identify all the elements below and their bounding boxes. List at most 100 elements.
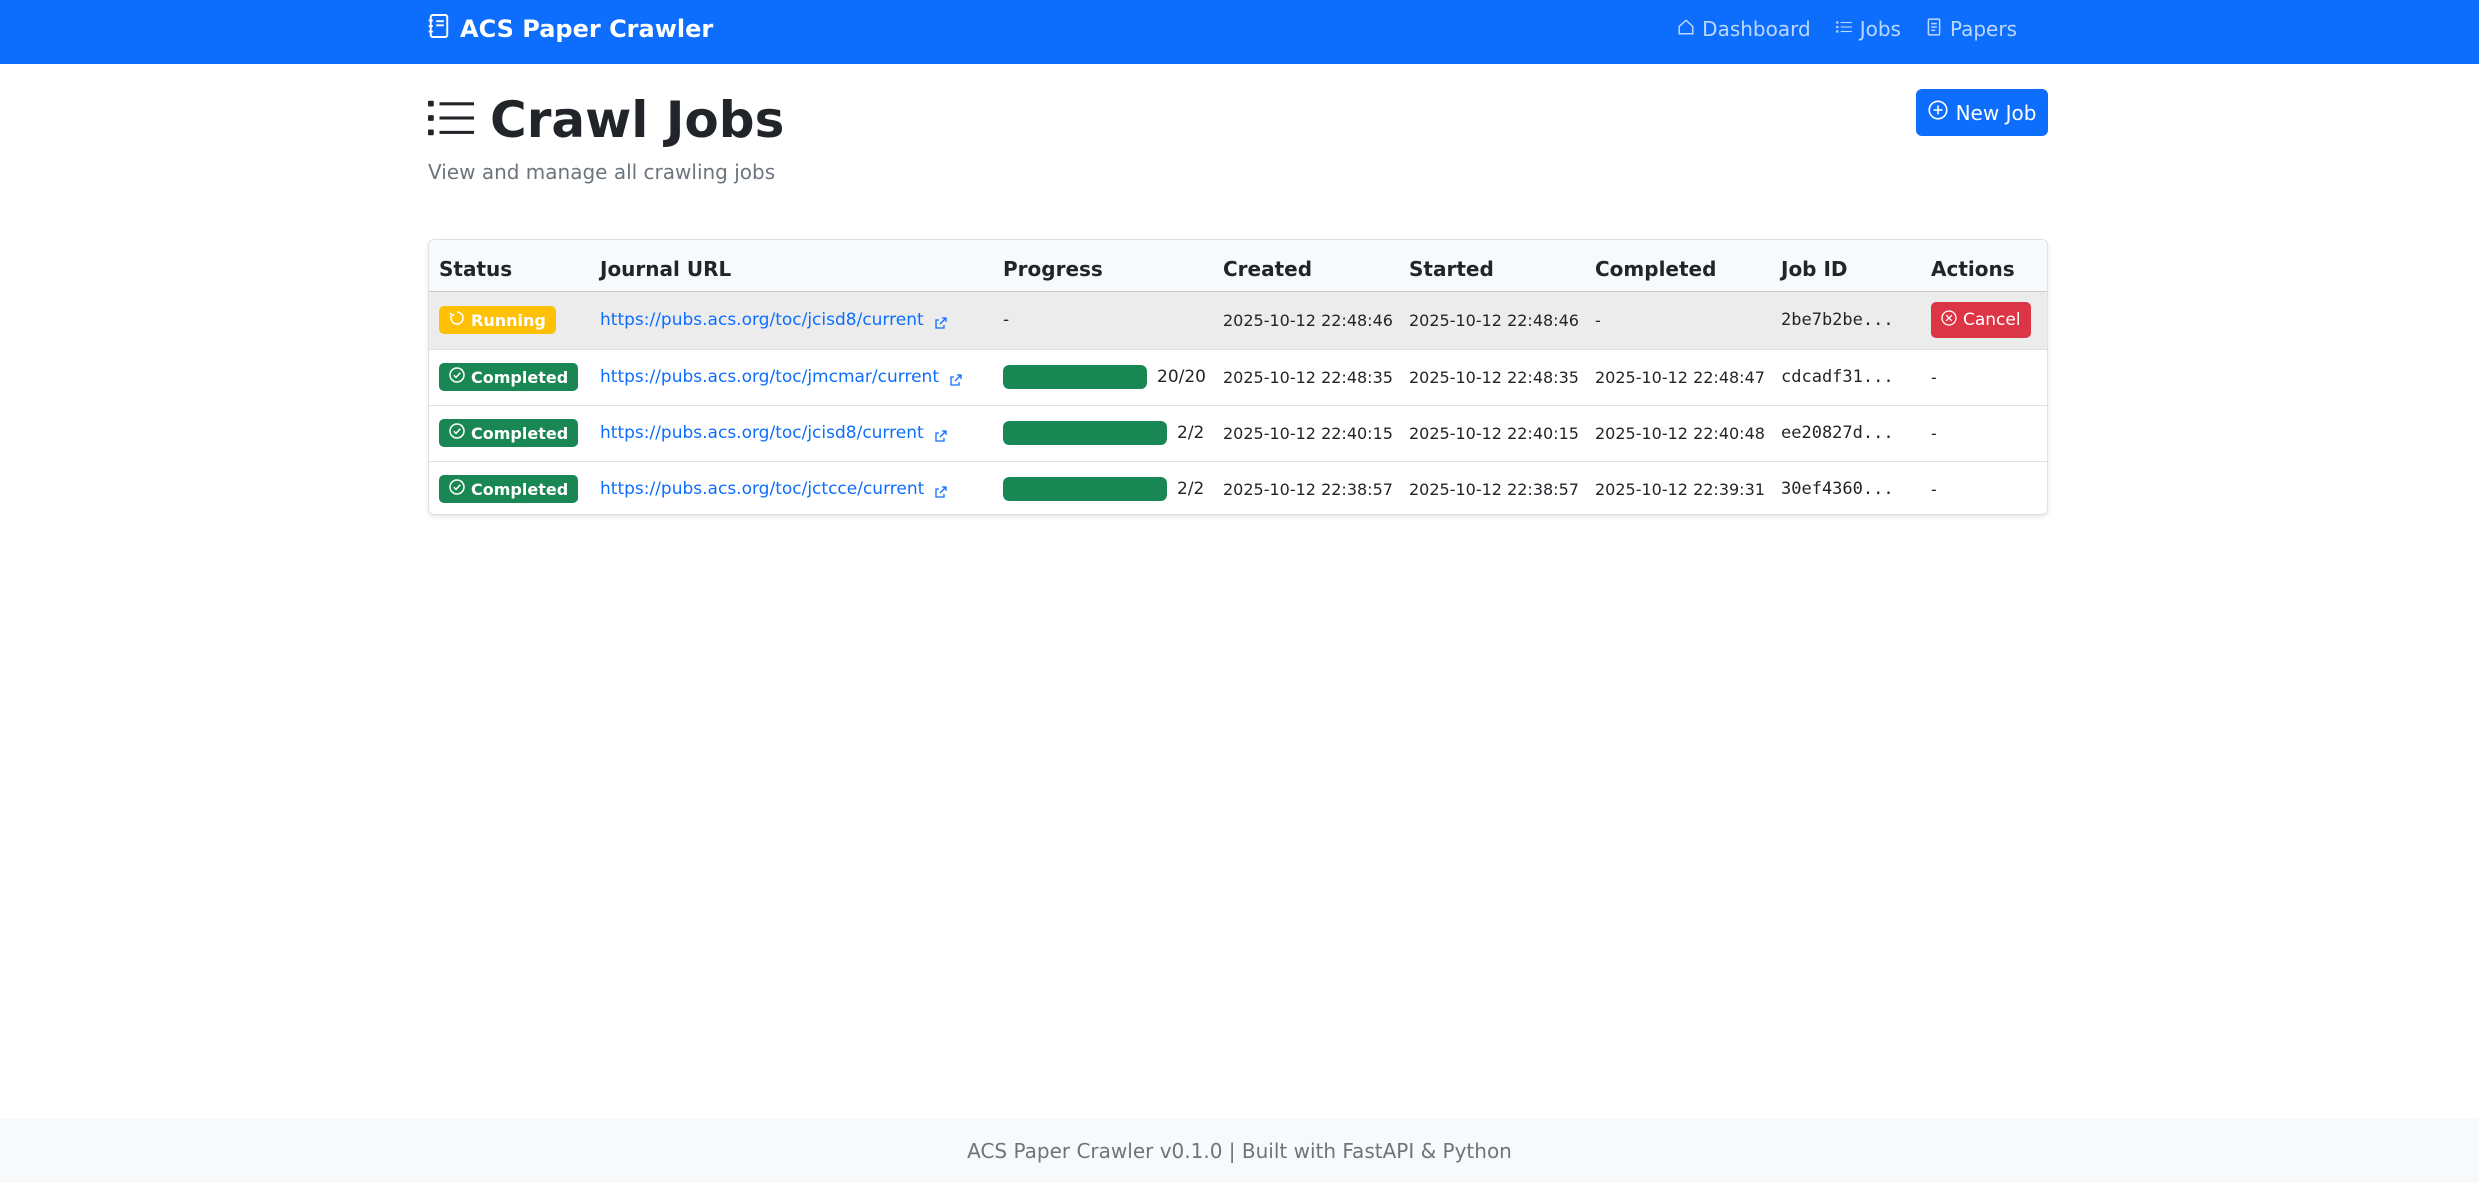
journal-icon (428, 13, 450, 45)
check-circle-icon (449, 367, 465, 387)
journal-url-link[interactable]: https://pubs.acs.org/toc/jctcce/current (600, 479, 924, 499)
cancel-label: Cancel (1963, 310, 2021, 330)
list-icon (428, 98, 474, 142)
cancel-button[interactable]: Cancel (1931, 302, 2031, 338)
progress-text: - (1003, 310, 1010, 330)
status-label: Completed (471, 423, 569, 443)
x-circle-icon (1941, 309, 1957, 331)
progress-cell: 2/2 (993, 405, 1213, 462)
started-cell: 2025-10-12 22:40:15 (1399, 405, 1585, 462)
jobs-table: Status Journal URL Progress Created Star… (429, 240, 2047, 514)
progress-cell: 2/2 (993, 461, 1213, 514)
nav-papers[interactable]: Papers (1925, 17, 2017, 41)
column-header-job-id[interactable]: Job ID (1771, 240, 1921, 292)
progress-fill (1003, 421, 1167, 445)
status-cell: Running (429, 291, 590, 350)
table-row: Running https://pubs.acs.org/toc/jcisd8/… (429, 291, 2047, 350)
new-job-button[interactable]: New Job (1916, 89, 2048, 136)
brand-name: ACS Paper Crawler (460, 15, 714, 43)
progress-text: 2/2 (1177, 423, 1205, 443)
column-header-created[interactable]: Created (1213, 240, 1399, 292)
status-cell: Completed (429, 349, 590, 406)
progress-cell: 20/20 (993, 349, 1213, 406)
status-label: Running (471, 310, 546, 330)
completed-cell: 2025-10-12 22:40:48 (1585, 405, 1771, 462)
file-text-icon (1925, 17, 1943, 41)
actions-cell: - (1921, 405, 2047, 462)
actions-cell: - (1921, 349, 2047, 406)
status-badge-running: Running (439, 306, 556, 334)
created-cell: 2025-10-12 22:38:57 (1223, 479, 1393, 499)
journal-url-link[interactable]: https://pubs.acs.org/toc/jcisd8/current (600, 310, 924, 330)
progress-text: 2/2 (1177, 479, 1205, 500)
external-link-icon[interactable] (933, 315, 949, 331)
completed-cell: 2025-10-12 22:39:31 (1595, 479, 1765, 499)
page-header: Crawl Jobs View and manage all crawling … (428, 88, 2048, 198)
completed-cell: 2025-10-12 22:48:47 (1585, 349, 1771, 406)
progress-text: 20/20 (1157, 367, 1206, 387)
table-row: Completed https://pubs.acs.org/toc/jctcc… (429, 461, 2047, 514)
page-title: Crawl Jobs (490, 91, 785, 149)
page-subtitle: View and manage all crawling jobs (428, 160, 776, 184)
status-label: Completed (471, 367, 569, 387)
nav-dashboard-label: Dashboard (1702, 17, 1811, 41)
nav-dashboard[interactable]: Dashboard (1677, 17, 1811, 41)
column-header-progress[interactable]: Progress (993, 240, 1213, 292)
external-link-icon[interactable] (933, 428, 949, 444)
job-id-cell: ee20827d... (1771, 405, 1921, 462)
table-row: Completed https://pubs.acs.org/toc/jcisd… (429, 405, 2047, 462)
nav-jobs-label: Jobs (1859, 17, 1901, 41)
jobs-table-card: Status Journal URL Progress Created Star… (428, 239, 2048, 515)
journal-url-link[interactable]: https://pubs.acs.org/toc/jmcmar/current (600, 367, 939, 387)
footer-text: ACS Paper Crawler v0.1.0 | Built with Fa… (967, 1139, 1512, 1163)
column-header-status[interactable]: Status (429, 240, 590, 292)
house-icon (1677, 17, 1695, 41)
spinner-icon (449, 310, 465, 330)
table-header-row: Status Journal URL Progress Created Star… (429, 240, 2047, 292)
job-id-cell: 2be7b2be... (1771, 291, 1921, 350)
footer: ACS Paper Crawler v0.1.0 | Built with Fa… (0, 1119, 2479, 1183)
started-cell: 2025-10-12 22:48:46 (1399, 291, 1585, 350)
actions-cell: Cancel (1921, 291, 2047, 350)
check-circle-icon (449, 423, 465, 443)
progress-cell: - (993, 291, 1213, 350)
progress-fill (1003, 365, 1147, 389)
top-navbar: ACS Paper Crawler Dashboard Jobs Papers (0, 0, 2479, 64)
progress-bar (1003, 421, 1167, 445)
brand-link[interactable]: ACS Paper Crawler (428, 0, 713, 58)
status-badge-completed: Completed (439, 475, 579, 504)
column-header-completed[interactable]: Completed (1585, 240, 1771, 292)
external-link-icon[interactable] (933, 484, 949, 500)
new-job-label: New Job (1955, 100, 2037, 125)
status-cell: Completed (429, 405, 590, 462)
status-badge-completed: Completed (439, 419, 579, 447)
nav-jobs[interactable]: Jobs (1835, 17, 1901, 41)
column-header-journal-url[interactable]: Journal URL (590, 240, 993, 292)
status-cell: Completed (429, 461, 590, 514)
table-row: Completed https://pubs.acs.org/toc/jmcma… (429, 349, 2047, 406)
created-cell: 2025-10-12 22:40:15 (1213, 405, 1399, 462)
journal-url-cell: https://pubs.acs.org/toc/jmcmar/current (590, 349, 993, 406)
journal-url-link[interactable]: https://pubs.acs.org/toc/jcisd8/current (600, 423, 924, 443)
journal-url-cell: https://pubs.acs.org/toc/jctcce/current (590, 461, 993, 514)
started-cell: 2025-10-12 22:48:35 (1399, 349, 1585, 406)
check-circle-icon (449, 479, 465, 499)
completed-cell: - (1585, 291, 1771, 350)
status-badge-completed: Completed (439, 363, 579, 391)
progress-bar (1003, 477, 1167, 502)
plus-circle-icon (1928, 100, 1948, 125)
nav-papers-label: Papers (1949, 17, 2017, 41)
progress-fill (1003, 477, 1167, 502)
status-label: Completed (471, 479, 569, 499)
nav-links: Dashboard Jobs Papers (1677, 0, 2017, 58)
job-id-cell: cdcadf31... (1771, 349, 1921, 406)
journal-url-cell: https://pubs.acs.org/toc/jcisd8/current (590, 291, 993, 350)
actions-cell: - (1931, 479, 1937, 499)
job-id-cell: 30ef4360... (1781, 479, 1894, 500)
created-cell: 2025-10-12 22:48:35 (1213, 349, 1399, 406)
list-icon (1835, 17, 1853, 41)
external-link-icon[interactable] (948, 372, 964, 388)
started-cell: 2025-10-12 22:38:57 (1409, 479, 1579, 499)
created-cell: 2025-10-12 22:48:46 (1213, 291, 1399, 350)
column-header-started[interactable]: Started (1399, 240, 1585, 292)
